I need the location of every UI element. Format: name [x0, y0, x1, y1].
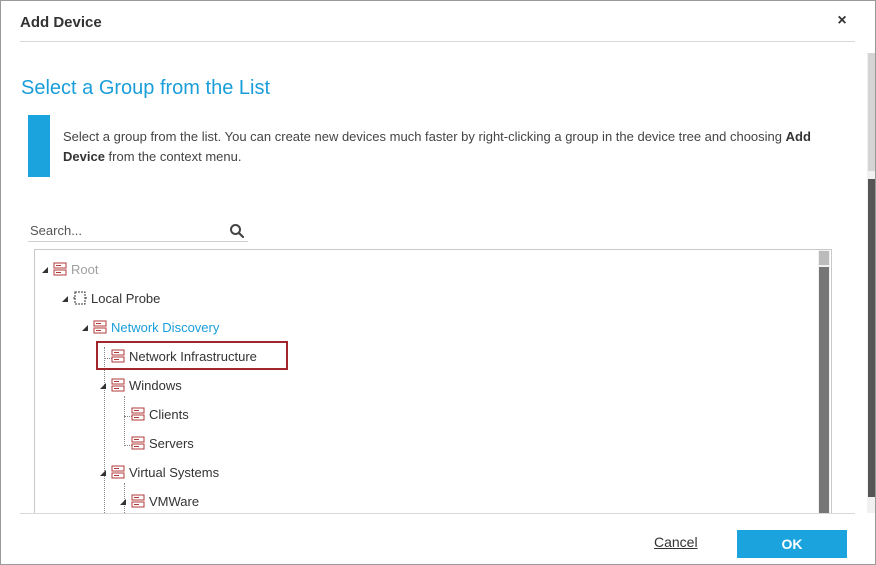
dialog-scrollbar-thumb[interactable]: [868, 179, 875, 497]
group-icon: [111, 465, 125, 479]
close-icon[interactable]: ×: [833, 12, 851, 32]
tree-node-root[interactable]: Root: [41, 259, 98, 279]
footer-divider: [20, 513, 855, 514]
tree-node-label: Clients: [149, 406, 189, 422]
expand-arrow-icon[interactable]: [99, 467, 107, 477]
group-icon: [93, 320, 107, 334]
add-device-dialog: Add Device × Select a Group from the Lis…: [0, 0, 876, 565]
ok-button[interactable]: OK: [737, 530, 847, 558]
section-heading: Select a Group from the List: [21, 77, 271, 99]
info-accent-bar: [28, 115, 50, 177]
group-icon: [53, 262, 67, 276]
expand-arrow-icon[interactable]: [61, 293, 69, 303]
info-text-after: from the context menu.: [104, 149, 242, 164]
tree-node-clients[interactable]: Clients: [129, 404, 189, 424]
title-divider: [20, 41, 855, 42]
probe-icon: [73, 291, 87, 305]
tree-connector: [124, 396, 125, 446]
group-icon: [131, 436, 145, 450]
tree-scrollbar-up[interactable]: [819, 251, 829, 265]
dialog-title: Add Device: [20, 14, 102, 31]
dialog-titlebar: Add Device ×: [1, 1, 875, 45]
dialog-scrollbar-upper[interactable]: [868, 53, 875, 171]
search-box: [28, 220, 248, 242]
search-icon[interactable]: [229, 223, 245, 239]
tree-node-servers[interactable]: Servers: [129, 433, 194, 453]
search-input[interactable]: [28, 220, 224, 241]
tree-node-windows[interactable]: Windows: [99, 375, 182, 395]
tree-node-local-probe[interactable]: Local Probe: [61, 288, 160, 308]
tree-node-label: Network Discovery: [111, 319, 220, 335]
tree-node-label: Servers: [149, 435, 194, 451]
group-icon: [131, 407, 145, 421]
tree-node-network-discovery[interactable]: Network Discovery: [81, 317, 219, 337]
info-text-before: Select a group from the list. You can cr…: [63, 129, 786, 144]
selection-highlight: [96, 341, 288, 370]
tree-node-label: Virtual Systems: [129, 464, 220, 480]
expand-arrow-icon[interactable]: [99, 380, 107, 390]
tree-node-label: Local Probe: [91, 290, 161, 306]
tree-node-virtual-systems[interactable]: Virtual Systems: [99, 462, 219, 482]
expand-arrow-icon[interactable]: [119, 496, 127, 506]
group-icon: [131, 494, 145, 508]
tree-connector: [104, 347, 105, 513]
expand-arrow-icon[interactable]: [41, 264, 49, 274]
tree-scrollbar-thumb[interactable]: [819, 267, 829, 513]
tree-node-label: Root: [71, 261, 99, 277]
info-text: Select a group from the list. You can cr…: [63, 127, 823, 167]
group-icon: [111, 378, 125, 392]
cancel-button[interactable]: Cancel: [654, 534, 698, 550]
tree-node-label: Windows: [129, 377, 182, 393]
expand-arrow-icon[interactable]: [81, 322, 89, 332]
tree-node-label: VMWare: [149, 493, 200, 509]
tree-node-vmware[interactable]: VMWare: [119, 491, 199, 511]
